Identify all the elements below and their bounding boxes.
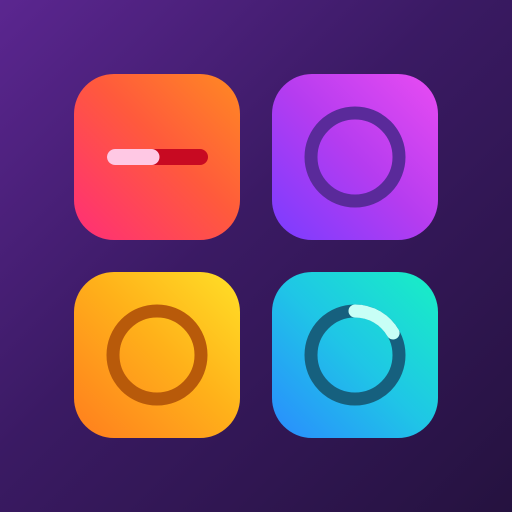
pad-tile-top-right[interactable] [272,74,438,240]
ring-progress-highlight [348,304,400,340]
slider-fill [107,149,160,165]
ring-shape [304,106,406,208]
ring-icon [106,304,208,406]
pad-tile-top-left[interactable] [74,74,240,240]
slider-bar-icon [107,149,208,165]
ring-icon [304,106,406,208]
ring-shape [106,304,208,406]
app-icon [0,0,512,512]
pad-tile-bottom-left[interactable] [74,272,240,438]
progress-ring-icon [304,304,406,406]
pad-tile-bottom-right[interactable] [272,272,438,438]
